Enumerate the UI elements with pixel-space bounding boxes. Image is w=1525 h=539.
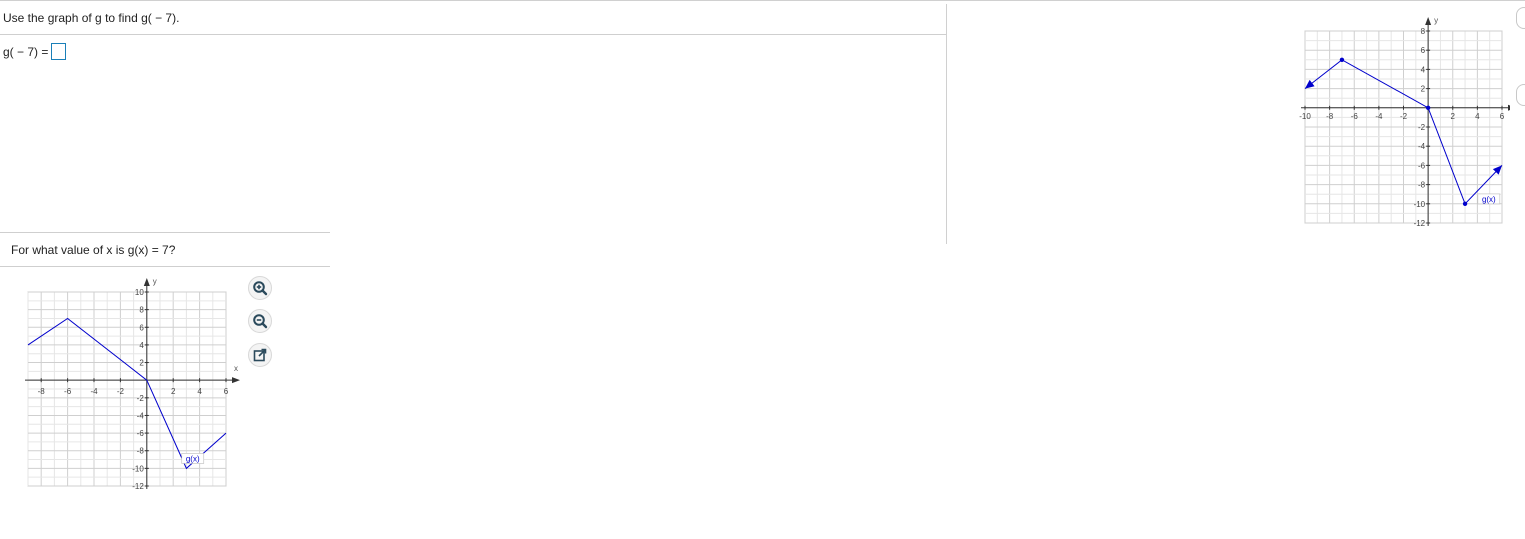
x-axis-arrow — [1508, 104, 1510, 111]
divider — [0, 232, 330, 233]
x-tick-label: -4 — [90, 387, 98, 396]
y-tick-label: 4 — [139, 341, 144, 350]
question-panel: Use the graph of g to find g( − 7). g( −… — [0, 0, 946, 245]
y-tick-label: -12 — [132, 482, 144, 491]
x-tick-label: -8 — [1326, 112, 1334, 121]
y-tick-label: 8 — [139, 306, 144, 315]
followup-prompt: For what value of x is g(x) = 7? — [11, 243, 176, 257]
y-tick-label: 2 — [139, 359, 144, 368]
y-axis-label: y — [1434, 16, 1438, 25]
g-vertex-point — [1462, 201, 1468, 206]
x-tick-label: 6 — [224, 387, 229, 396]
x-tick-label: -10 — [1299, 112, 1311, 121]
y-tick-label: 6 — [1421, 46, 1426, 55]
y-tick-label: 4 — [1421, 65, 1426, 74]
y-axis-arrow — [1425, 17, 1432, 25]
divider — [0, 34, 946, 35]
answer-input[interactable] — [51, 43, 67, 60]
graph-top: xy-10-8-6-4-22468642-2-4-6-8-10-12g(x) — [1299, 16, 1510, 228]
y-tick-label: -2 — [137, 394, 145, 403]
y-tick-label: -6 — [137, 429, 145, 438]
x-tick-label: 2 — [171, 387, 176, 396]
divider — [0, 266, 330, 267]
y-tick-label: 10 — [135, 288, 144, 297]
y-tick-label: -8 — [137, 447, 145, 456]
y-tick-label: 8 — [1421, 27, 1426, 36]
zoom-out-button[interactable] — [248, 309, 272, 333]
answer-label: g( − 7) = — [3, 44, 49, 59]
function-label: g(x) — [1482, 195, 1496, 204]
popout-button[interactable] — [248, 343, 272, 367]
y-tick-label: -2 — [1418, 123, 1426, 132]
function-label: g(x) — [186, 454, 200, 463]
x-tick-label: 2 — [1451, 112, 1456, 121]
y-tick-label: -8 — [1418, 181, 1426, 190]
edge-tab-top[interactable] — [1516, 7, 1525, 29]
x-tick-label: -2 — [117, 387, 125, 396]
y-axis-label: y — [153, 277, 157, 286]
x-tick-label: -6 — [1351, 112, 1359, 121]
y-tick-label: -12 — [1414, 219, 1426, 228]
question-prompt: Use the graph of g to find g( − 7). — [3, 11, 180, 25]
y-tick-label: -10 — [132, 464, 144, 473]
x-tick-label: 6 — [1500, 112, 1505, 121]
x-axis-label: x — [234, 364, 238, 373]
zoom-in-button[interactable] — [248, 276, 272, 300]
edge-tab-bottom[interactable] — [1516, 84, 1525, 106]
popout-icon — [253, 348, 267, 362]
x-axis-arrow — [232, 377, 240, 384]
y-tick-label: 2 — [1421, 85, 1426, 94]
zoom-out-icon — [253, 314, 268, 329]
x-tick-label: -6 — [64, 387, 72, 396]
x-tick-label: -2 — [1400, 112, 1408, 121]
zoom-in-icon — [253, 281, 268, 296]
y-tick-label: -10 — [1414, 200, 1426, 209]
answer-row: g( − 7) = — [3, 43, 67, 60]
x-tick-label: 4 — [1475, 112, 1480, 121]
y-axis-arrow — [143, 278, 150, 286]
x-tick-label: 4 — [197, 387, 202, 396]
g-vertex-point — [1425, 105, 1431, 111]
y-tick-label: -6 — [1418, 161, 1426, 170]
graph-bottom: x y -8 -6 -4 -2 2 4 6 10 8 6 4 2 -2 -4 -6 -8 -10 -12 g(x) — [25, 277, 240, 491]
y-tick-label: -4 — [1418, 142, 1426, 151]
y-tick-label: -4 — [137, 411, 145, 420]
g-vertex-point — [1339, 57, 1345, 62]
y-tick-label: 6 — [139, 323, 144, 332]
x-tick-label: -8 — [38, 387, 46, 396]
x-tick-label: -4 — [1375, 112, 1383, 121]
panel-divider — [946, 4, 947, 244]
